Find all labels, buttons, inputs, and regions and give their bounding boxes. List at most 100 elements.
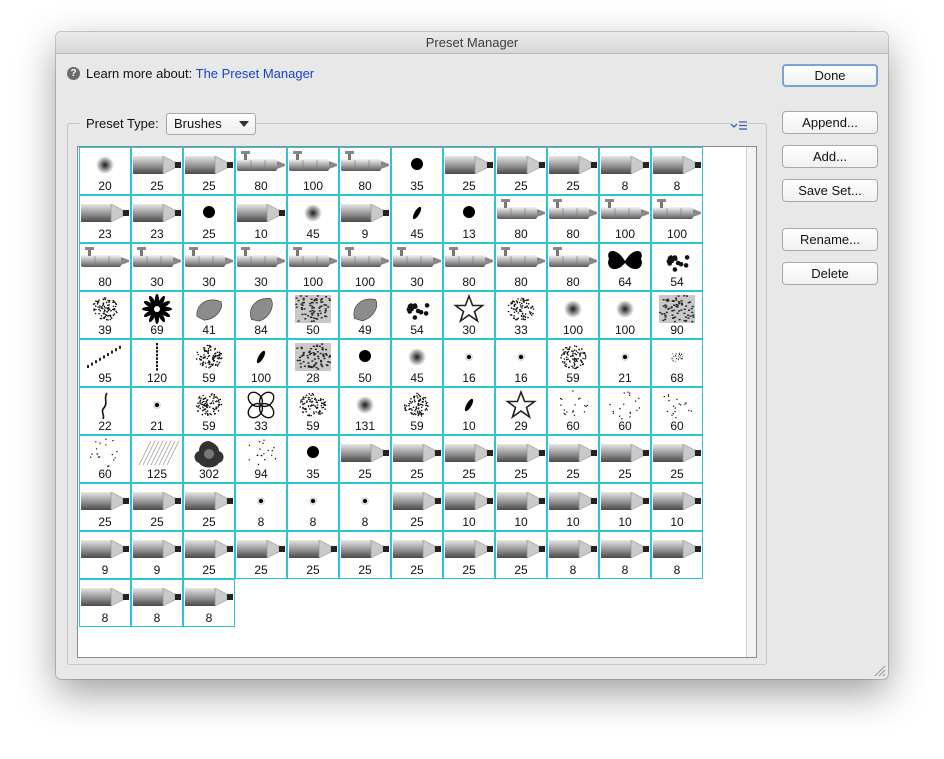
brush-preset-item[interactable]: 8 xyxy=(599,531,651,579)
brush-preset-item[interactable]: 25 xyxy=(183,483,235,531)
brush-preset-item[interactable]: 80 xyxy=(547,243,599,291)
brush-preset-item[interactable]: 302 xyxy=(183,435,235,483)
brush-preset-item[interactable]: 60 xyxy=(651,387,703,435)
brush-preset-item[interactable]: 68 xyxy=(651,339,703,387)
brush-preset-item[interactable]: 25 xyxy=(131,147,183,195)
brush-preset-item[interactable]: 8 xyxy=(287,483,339,531)
brush-preset-item[interactable]: 59 xyxy=(391,387,443,435)
brush-preset-item[interactable]: 10 xyxy=(495,483,547,531)
brush-preset-item[interactable]: 25 xyxy=(443,435,495,483)
brush-preset-item[interactable]: 8 xyxy=(547,531,599,579)
brush-preset-item[interactable]: 21 xyxy=(599,339,651,387)
brush-preset-item[interactable]: 9 xyxy=(79,531,131,579)
brush-preset-item[interactable]: 25 xyxy=(339,435,391,483)
vertical-scrollbar[interactable] xyxy=(746,147,756,657)
brush-preset-item[interactable]: 22 xyxy=(79,387,131,435)
brush-preset-item[interactable]: 80 xyxy=(235,147,287,195)
brush-preset-item[interactable]: 49 xyxy=(339,291,391,339)
brush-preset-item[interactable]: 10 xyxy=(651,483,703,531)
brush-preset-item[interactable]: 25 xyxy=(183,147,235,195)
brush-preset-item[interactable]: 8 xyxy=(183,579,235,627)
brush-preset-item[interactable]: 60 xyxy=(79,435,131,483)
brush-preset-item[interactable]: 25 xyxy=(391,531,443,579)
brush-preset-item[interactable]: 9 xyxy=(131,531,183,579)
done-button[interactable]: Done xyxy=(782,64,878,87)
brush-preset-item[interactable]: 80 xyxy=(79,243,131,291)
brush-preset-item[interactable]: 10 xyxy=(443,387,495,435)
brush-preset-item[interactable]: 25 xyxy=(495,147,547,195)
brush-preset-item[interactable]: 8 xyxy=(339,483,391,531)
brush-preset-item[interactable]: 50 xyxy=(287,291,339,339)
append-button[interactable]: Append... xyxy=(782,111,878,134)
brush-preset-item[interactable]: 30 xyxy=(443,291,495,339)
brush-preset-item[interactable]: 39 xyxy=(79,291,131,339)
brush-preset-item[interactable]: 54 xyxy=(651,243,703,291)
preset-type-select[interactable]: Brushes xyxy=(166,113,256,135)
brush-preset-item[interactable]: 60 xyxy=(599,387,651,435)
save-set-button[interactable]: Save Set... xyxy=(782,179,878,202)
brush-preset-item[interactable]: 131 xyxy=(339,387,391,435)
brush-preset-item[interactable]: 8 xyxy=(79,579,131,627)
brush-preset-item[interactable]: 64 xyxy=(599,243,651,291)
brush-preset-item[interactable]: 84 xyxy=(235,291,287,339)
brush-preset-item[interactable]: 80 xyxy=(495,243,547,291)
brush-preset-item[interactable]: 8 xyxy=(131,579,183,627)
brush-preset-item[interactable]: 35 xyxy=(391,147,443,195)
brush-preset-item[interactable]: 94 xyxy=(235,435,287,483)
brush-preset-item[interactable]: 16 xyxy=(443,339,495,387)
brush-preset-item[interactable]: 25 xyxy=(651,435,703,483)
brush-preset-item[interactable]: 35 xyxy=(287,435,339,483)
brush-preset-item[interactable]: 54 xyxy=(391,291,443,339)
brush-preset-item[interactable]: 100 xyxy=(339,243,391,291)
resize-grip-icon[interactable] xyxy=(872,663,886,677)
brush-preset-item[interactable]: 25 xyxy=(287,531,339,579)
brush-preset-item[interactable]: 13 xyxy=(443,195,495,243)
brush-preset-item[interactable]: 33 xyxy=(235,387,287,435)
brush-preset-item[interactable]: 25 xyxy=(391,483,443,531)
brush-preset-item[interactable]: 16 xyxy=(495,339,547,387)
brush-preset-item[interactable]: 25 xyxy=(183,195,235,243)
brush-preset-item[interactable]: 8 xyxy=(599,147,651,195)
brush-preset-item[interactable]: 100 xyxy=(235,339,287,387)
brush-preset-item[interactable]: 30 xyxy=(131,243,183,291)
brush-preset-item[interactable]: 80 xyxy=(547,195,599,243)
brush-preset-item[interactable]: 80 xyxy=(443,243,495,291)
brush-preset-item[interactable]: 23 xyxy=(131,195,183,243)
brush-preset-item[interactable]: 59 xyxy=(183,387,235,435)
brush-preset-item[interactable]: 25 xyxy=(547,435,599,483)
brush-preset-item[interactable]: 100 xyxy=(599,195,651,243)
brush-preset-item[interactable]: 41 xyxy=(183,291,235,339)
brush-preset-item[interactable]: 25 xyxy=(495,531,547,579)
brush-preset-item[interactable]: 25 xyxy=(131,483,183,531)
brush-preset-list[interactable]: 20 25 25 80 100 80 35 25 25 25 8 8 23 23… xyxy=(77,146,757,658)
brush-preset-item[interactable]: 10 xyxy=(235,195,287,243)
brush-preset-item[interactable]: 25 xyxy=(391,435,443,483)
brush-preset-item[interactable]: 90 xyxy=(651,291,703,339)
brush-preset-item[interactable]: 8 xyxy=(235,483,287,531)
add-button[interactable]: Add... xyxy=(782,145,878,168)
rename-button[interactable]: Rename... xyxy=(782,228,878,251)
brush-preset-item[interactable]: 80 xyxy=(495,195,547,243)
help-icon[interactable]: ? xyxy=(67,67,80,80)
brush-preset-item[interactable]: 59 xyxy=(547,339,599,387)
brush-preset-item[interactable]: 33 xyxy=(495,291,547,339)
brush-preset-item[interactable]: 25 xyxy=(443,531,495,579)
brush-preset-item[interactable]: 80 xyxy=(339,147,391,195)
brush-preset-item[interactable]: 45 xyxy=(391,339,443,387)
brush-preset-item[interactable]: 100 xyxy=(287,243,339,291)
brush-preset-item[interactable]: 100 xyxy=(547,291,599,339)
brush-preset-item[interactable]: 50 xyxy=(339,339,391,387)
brush-preset-item[interactable]: 120 xyxy=(131,339,183,387)
brush-preset-item[interactable]: 25 xyxy=(547,147,599,195)
brush-preset-item[interactable]: 45 xyxy=(391,195,443,243)
brush-preset-item[interactable]: 10 xyxy=(599,483,651,531)
brush-preset-item[interactable]: 25 xyxy=(339,531,391,579)
brush-preset-item[interactable]: 69 xyxy=(131,291,183,339)
brush-preset-item[interactable]: 45 xyxy=(287,195,339,243)
brush-preset-item[interactable]: 25 xyxy=(495,435,547,483)
brush-preset-item[interactable]: 28 xyxy=(287,339,339,387)
brush-preset-item[interactable]: 30 xyxy=(391,243,443,291)
brush-preset-item[interactable]: 30 xyxy=(235,243,287,291)
preset-manager-help-link[interactable]: The Preset Manager xyxy=(196,66,315,81)
brush-preset-item[interactable]: 25 xyxy=(79,483,131,531)
